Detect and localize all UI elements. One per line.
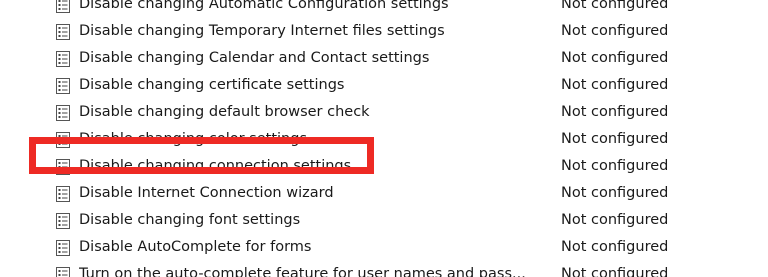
policy-row[interactable]: Disable changing font settings Not config…	[0, 207, 768, 234]
policy-setting-icon	[56, 78, 70, 94]
policy-name: Disable changing Calendar and Contact se…	[79, 50, 430, 66]
policy-name: Disable changing Temporary Internet file…	[79, 23, 445, 39]
policy-row[interactable]: Disable changing Automatic Configuration…	[0, 0, 768, 18]
policy-setting-icon	[56, 240, 70, 256]
policy-name: Disable changing default browser check	[79, 104, 370, 120]
policy-row[interactable]: Disable changing default browser check No…	[0, 99, 768, 126]
policy-setting-icon	[56, 213, 70, 229]
policy-name: Disable changing font settings	[79, 212, 301, 228]
policy-setting-icon	[56, 132, 70, 148]
policy-name: Disable changing connection settings	[79, 158, 352, 174]
policy-state: Not configured	[561, 131, 669, 147]
policy-row[interactable]: Turn on the auto-complete feature for us…	[0, 261, 768, 277]
policy-name: Disable Internet Connection wizard	[79, 185, 334, 201]
group-policy-settings-list: Disable changing Automatic Configuration…	[0, 0, 768, 277]
policy-state: Not configured	[561, 0, 669, 12]
policy-name: Disable AutoComplete for forms	[79, 239, 312, 255]
policy-name: Disable changing certificate settings	[79, 77, 345, 93]
policy-row[interactable]: Disable changing connection settings Not …	[0, 153, 768, 180]
policy-row[interactable]: Disable changing color settings Not confi…	[0, 126, 768, 153]
policy-name: Disable changing color settings	[79, 131, 308, 147]
policy-setting-icon	[56, 159, 70, 175]
policy-state: Not configured	[561, 158, 669, 174]
policy-setting-icon	[56, 0, 70, 13]
policy-state: Not configured	[561, 185, 669, 201]
policy-state: Not configured	[561, 50, 669, 66]
policy-row[interactable]: Disable changing certificate settings Not…	[0, 72, 768, 99]
policy-name: Turn on the auto-complete feature for us…	[79, 266, 526, 277]
policy-row[interactable]: Disable changing Calendar and Contact se…	[0, 45, 768, 72]
policy-list: Disable changing Automatic Configuration…	[0, 0, 768, 277]
policy-state: Not configured	[561, 77, 669, 93]
policy-state: Not configured	[561, 212, 669, 228]
policy-row[interactable]: Disable Internet Connection wizard Not co…	[0, 180, 768, 207]
policy-setting-icon	[56, 51, 70, 67]
policy-state: Not configured	[561, 239, 669, 255]
policy-state: Not configured	[561, 23, 669, 39]
policy-name: Disable changing Automatic Configuration…	[79, 0, 449, 12]
policy-setting-icon	[56, 186, 70, 202]
policy-setting-icon	[56, 105, 70, 121]
policy-row[interactable]: Disable AutoComplete for forms Not config…	[0, 234, 768, 261]
policy-state: Not configured	[561, 266, 669, 277]
policy-setting-icon	[56, 267, 70, 277]
policy-row[interactable]: Disable changing Temporary Internet file…	[0, 18, 768, 45]
policy-setting-icon	[56, 24, 70, 40]
policy-state: Not configured	[561, 104, 669, 120]
